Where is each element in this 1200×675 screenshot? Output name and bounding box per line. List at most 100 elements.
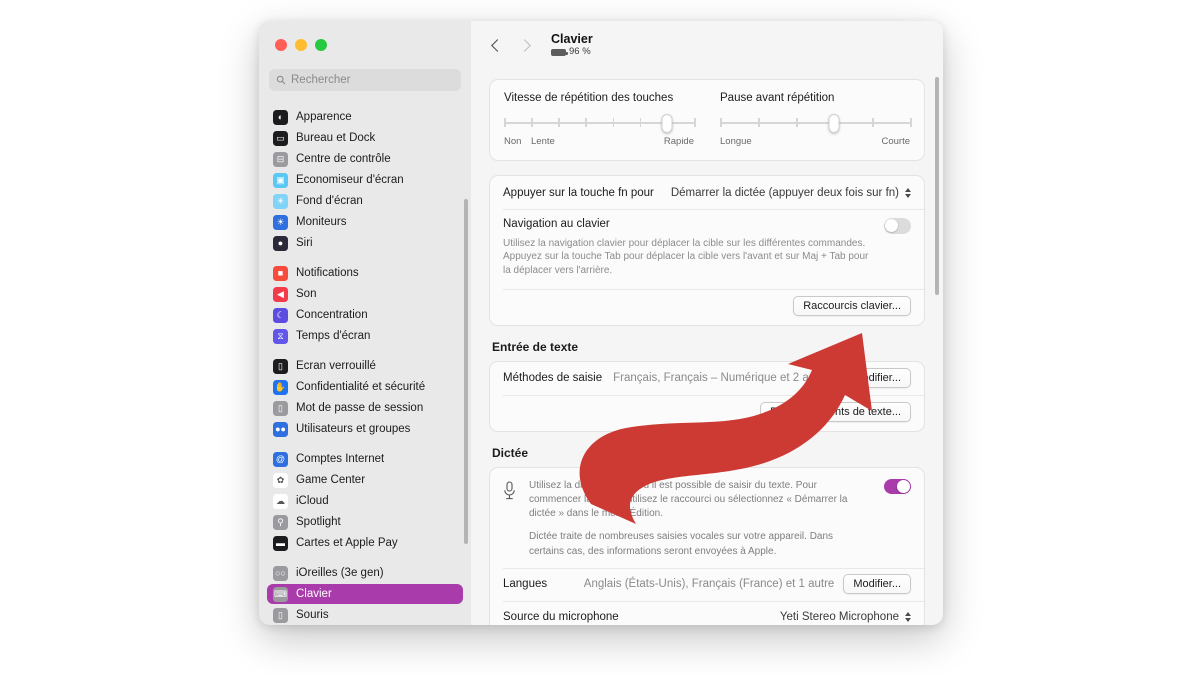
text-input-heading: Entrée de texte (492, 339, 579, 354)
delay-repeat-label: Pause avant répétition (720, 92, 835, 104)
sidebar-item-spotlight[interactable]: ⚲ Spotlight (267, 512, 463, 532)
content-scrollbar[interactable] (934, 77, 939, 295)
sidebar-item-login-password[interactable]: ▯ Mot de passe de session (267, 398, 463, 418)
slider-tick (585, 118, 587, 127)
key-repeat-rate-label: Vitesse de répétition des touches (504, 92, 674, 104)
content-toolbar: Clavier 96 % (471, 21, 943, 69)
sidebar-item-appearance[interactable]: ◐ Apparence (267, 107, 463, 127)
sidebar-item-wallpaper[interactable]: ☀ Fond d'écran (267, 191, 463, 211)
sidebar-item-desktop-dock[interactable]: ▭ Bureau et Dock (267, 128, 463, 148)
fn-key-label: Appuyer sur la touche fn pour (503, 186, 654, 199)
dictation-heading: Dictée (492, 445, 529, 460)
chevron-right-icon (518, 38, 531, 52)
fn-key-value: Démarrer la dictée (appuyer deux fois su… (670, 186, 899, 199)
sidebar-scrollbar[interactable] (464, 199, 468, 544)
back-button[interactable] (483, 32, 509, 58)
sidebar-item-label: Utilisateurs et groupes (296, 423, 411, 435)
appearance-icon: ◐ (273, 109, 288, 125)
search-icon (276, 75, 286, 85)
sidebar-item-label: Souris (296, 609, 329, 621)
content-pane: Clavier 96 % Vitesse de répétition des t… (471, 21, 943, 625)
sidebar-item-screen-time[interactable]: ⧖ Temps d'écran (267, 326, 463, 346)
text-replacements-button[interactable]: Remplacements de texte... (760, 401, 911, 422)
sidebar-item-label: Game Center (296, 474, 366, 486)
sidebar-list: ◐ Apparence ▭ Bureau et Dock ⊟ Centre de cont… (259, 107, 471, 625)
microphone-icon (503, 479, 519, 559)
search-placeholder: Rechercher (291, 74, 351, 86)
sidebar-item-label: Son (296, 288, 317, 300)
edit-languages-button[interactable]: Modifier... (843, 574, 911, 595)
sidebar-item-focus[interactable]: ☾ Concentration (267, 305, 463, 325)
sidebar-item-lock-screen[interactable]: ▯ Écran verrouillé (267, 356, 463, 376)
sidebar-item-label: Siri (296, 237, 313, 249)
sidebar-item-label: iCloud (296, 495, 329, 507)
slider-knob[interactable] (661, 114, 673, 133)
microphone-source-row[interactable]: Source du microphone Yeti Stereo Microph… (490, 600, 924, 625)
siri-icon: ● (273, 235, 288, 251)
sidebar-item-sound[interactable]: ◀ Son (267, 284, 463, 304)
sidebar-group: ▯ Écran verrouillé ✋ Confidentialité et séc… (267, 356, 463, 449)
sidebar-item-privacy-security[interactable]: ✋ Confidentialité et sécurité (267, 377, 463, 397)
chevron-updown-icon[interactable] (905, 612, 911, 623)
sidebar-item-game-center[interactable]: ✿ Game Center (267, 470, 463, 490)
tick-label-long: Longue (720, 136, 752, 147)
edit-input-sources-button[interactable]: Modifier... (843, 368, 911, 389)
sidebar-item-notifications[interactable]: ■ Notifications (267, 263, 463, 283)
sidebar-item-label: iOreilles (3e gen) (296, 567, 384, 579)
sidebar-item-label: Concentration (296, 309, 368, 321)
input-sources-row: Méthodes de saisie Français, Français – … (490, 362, 924, 395)
slider-tick (612, 118, 615, 127)
sidebar-scroll-area: ◐ Apparence ▭ Bureau et Dock ⊟ Centre de cont… (259, 107, 471, 625)
key-repeat-rate-ticks: Non Lente Rapide (504, 136, 694, 150)
search-field[interactable]: Rechercher (269, 69, 461, 91)
sidebar-item-wallet-apple-pay[interactable]: ▬ Cartes et Apple Pay (267, 533, 463, 553)
sidebar-item-icloud[interactable]: ☁ iCloud (267, 491, 463, 511)
sidebar-item-label: Moniteurs (296, 216, 347, 228)
dictation-info-row: Utilisez la dictée partout où il est pos… (490, 468, 924, 568)
minimize-button[interactable] (295, 39, 307, 51)
sidebar-item-displays[interactable]: ☀ Moniteurs (267, 212, 463, 232)
key-repeat-rate-group: Vitesse de répétition des touches Non Le… (504, 92, 696, 150)
keyboard-shortcuts-button[interactable]: Raccourcis clavier... (793, 295, 911, 316)
key-repeat-rate-slider[interactable] (504, 114, 696, 133)
spotlight-icon: ⚲ (273, 514, 288, 530)
zoom-button[interactable] (315, 39, 327, 51)
dictation-languages-value: Anglais (États-Unis), Français (France) … (583, 578, 835, 591)
keyboard-navigation-toggle[interactable] (884, 218, 911, 234)
focus-icon: ☾ (273, 307, 288, 323)
sidebar-item-airpods[interactable]: ○○ iOreilles (3e gen) (267, 563, 463, 583)
tick-label-off: Non (504, 136, 522, 147)
slider-knob[interactable] (828, 114, 840, 133)
keyboard-icon: ⌨ (273, 586, 288, 602)
forward-button[interactable] (513, 32, 539, 58)
chevron-updown-icon[interactable] (905, 187, 911, 198)
slider-tick (796, 118, 798, 127)
key-repeat-card: Vitesse de répétition des touches Non Le… (489, 79, 925, 161)
sidebar-item-keyboard[interactable]: ⌨ Clavier (267, 584, 463, 604)
dictation-card: Utilisez la dictée partout où il est pos… (489, 466, 925, 625)
keyboard-navigation-row: Navigation au clavier Utilisez la naviga… (490, 209, 924, 289)
delay-repeat-slider[interactable] (720, 114, 912, 133)
sidebar-item-siri[interactable]: ● Siri (267, 233, 463, 253)
sidebar-item-label: Temps d'écran (296, 330, 371, 342)
sidebar-item-control-center[interactable]: ⊟ Centre de contrôle (267, 149, 463, 169)
sidebar-item-mouse[interactable]: ▯ Souris (267, 605, 463, 625)
sidebar-item-internet-accounts[interactable]: @ Comptes Internet (267, 449, 463, 469)
login-password-icon: ▯ (273, 400, 288, 416)
slider-tick (531, 118, 533, 127)
privacy-security-icon: ✋ (273, 379, 288, 395)
fn-key-row[interactable]: Appuyer sur la touche fn pour Démarrer l… (490, 176, 924, 209)
search-container: Rechercher (259, 69, 471, 99)
sidebar-item-label: Fond d'écran (296, 195, 363, 207)
close-button[interactable] (275, 39, 287, 51)
dictation-toggle[interactable] (884, 478, 911, 495)
text-input-card: Méthodes de saisie Français, Français – … (489, 360, 925, 432)
page-title: Clavier (551, 32, 593, 47)
slider-tick (910, 118, 912, 127)
displays-icon: ☀ (273, 214, 288, 230)
keyboard-navigation-description: Utilisez la navigation clavier pour dépl… (503, 237, 869, 277)
sidebar-item-label: Comptes Internet (296, 453, 385, 465)
sidebar-item-screen-saver[interactable]: ▣ Économiseur d'écran (267, 170, 463, 190)
icloud-icon: ☁ (273, 493, 288, 509)
sidebar-item-users-groups[interactable]: ●● Utilisateurs et groupes (267, 419, 463, 439)
